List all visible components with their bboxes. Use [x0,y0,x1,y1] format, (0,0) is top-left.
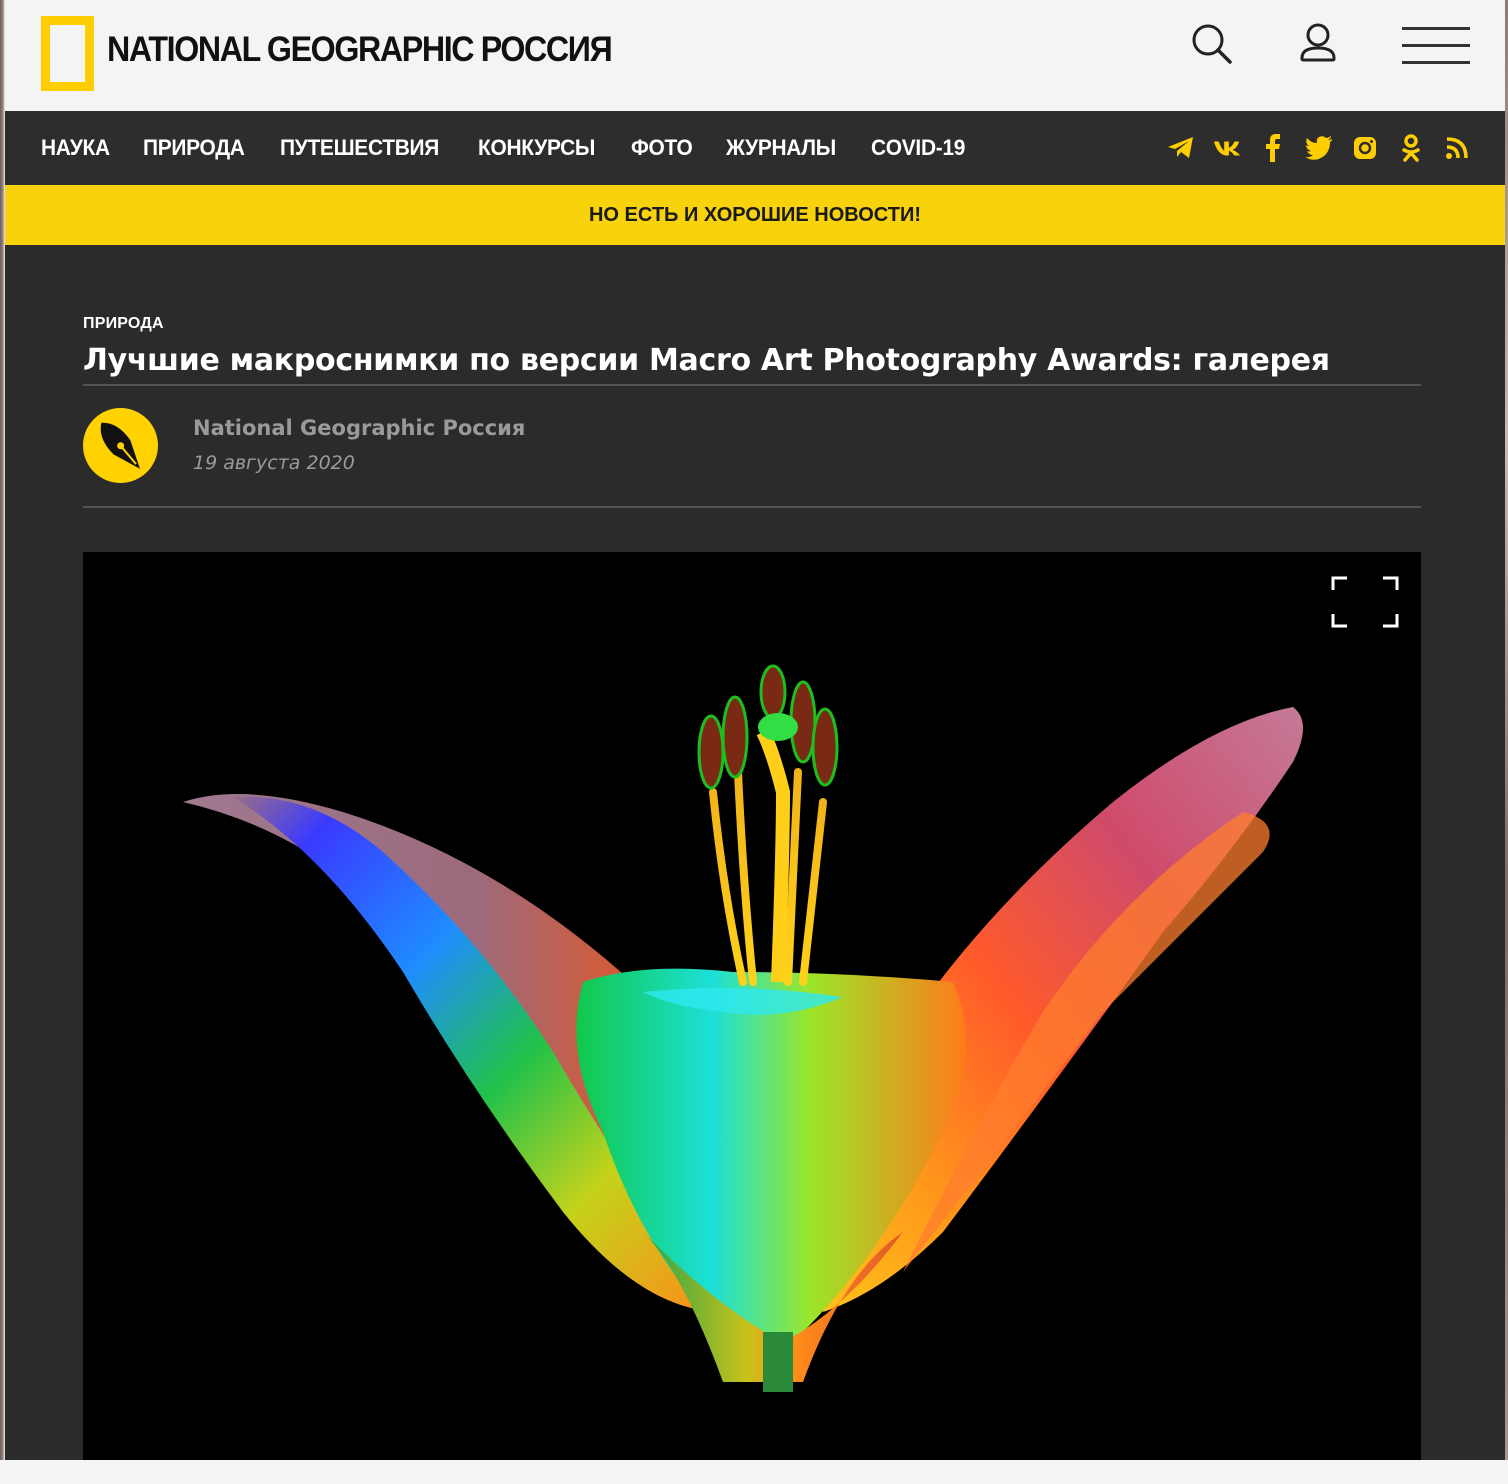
nav-item-travel[interactable]: ПУТЕШЕСТВИЯ [280,135,439,161]
pen-nib-avatar-icon [83,408,158,483]
nav-item-science[interactable]: НАУКА [41,135,110,161]
yellow-frame-logo-icon [41,16,94,91]
instagram-icon[interactable] [1351,134,1379,162]
odnoklassniki-icon[interactable] [1397,134,1425,162]
nav-item-nature[interactable]: ПРИРОДА [143,135,245,161]
social-links [1149,111,1471,185]
article-category[interactable]: ПРИРОДА [83,315,1421,333]
page-bottom-strip [0,1460,1508,1484]
site-header: NATIONAL GEOGRAPHIC РОССИЯ [5,0,1505,111]
page: NATIONAL GEOGRAPHIC РОССИЯ НАУКА ПРИРОДА… [5,0,1505,1484]
main-nav: НАУКА ПРИРОДА ПУТЕШЕСТВИЯ КОНКУРСЫ ФОТО … [5,111,1505,185]
logo-text: NATIONAL GEOGRAPHIC РОССИЯ [107,30,613,69]
nav-item-contests[interactable]: КОНКУРСЫ [478,135,595,161]
fullscreen-icon[interactable] [1331,576,1399,632]
nav-item-photo[interactable]: ФОТО [631,135,693,161]
article-title: Лучшие макроснимки по версии Macro Art P… [83,343,1421,386]
author-name[interactable]: National Geographic Россия [193,416,525,440]
twitter-icon[interactable] [1305,134,1333,162]
publish-date: 19 августа 2020 [193,452,355,474]
facebook-icon[interactable] [1259,134,1287,162]
lily-illustration [183,664,1303,1392]
author-block: National Geographic Россия 19 августа 20… [83,386,1421,508]
telegram-icon[interactable] [1167,134,1195,162]
nav-item-magazines[interactable]: ЖУРНАЛЫ [726,135,836,161]
user-icon[interactable] [1295,22,1341,70]
rss-icon[interactable] [1443,134,1471,162]
nav-items: НАУКА ПРИРОДА ПУТЕШЕСТВИЯ КОНКУРСЫ ФОТО … [41,111,1001,185]
search-icon[interactable] [1190,22,1234,70]
vk-icon[interactable] [1213,134,1241,162]
rainbow-lily-photo[interactable] [83,552,1421,1460]
hamburger-menu-icon[interactable] [1402,25,1470,71]
news-banner[interactable]: НО ЕСТЬ И ХОРОШИЕ НОВОСТИ! [5,185,1505,245]
nav-item-covid[interactable]: COVID-19 [871,135,965,161]
banner-text: НО ЕСТЬ И ХОРОШИЕ НОВОСТИ! [588,203,921,226]
article: ПРИРОДА Лучшие макроснимки по версии Mac… [83,245,1421,1460]
